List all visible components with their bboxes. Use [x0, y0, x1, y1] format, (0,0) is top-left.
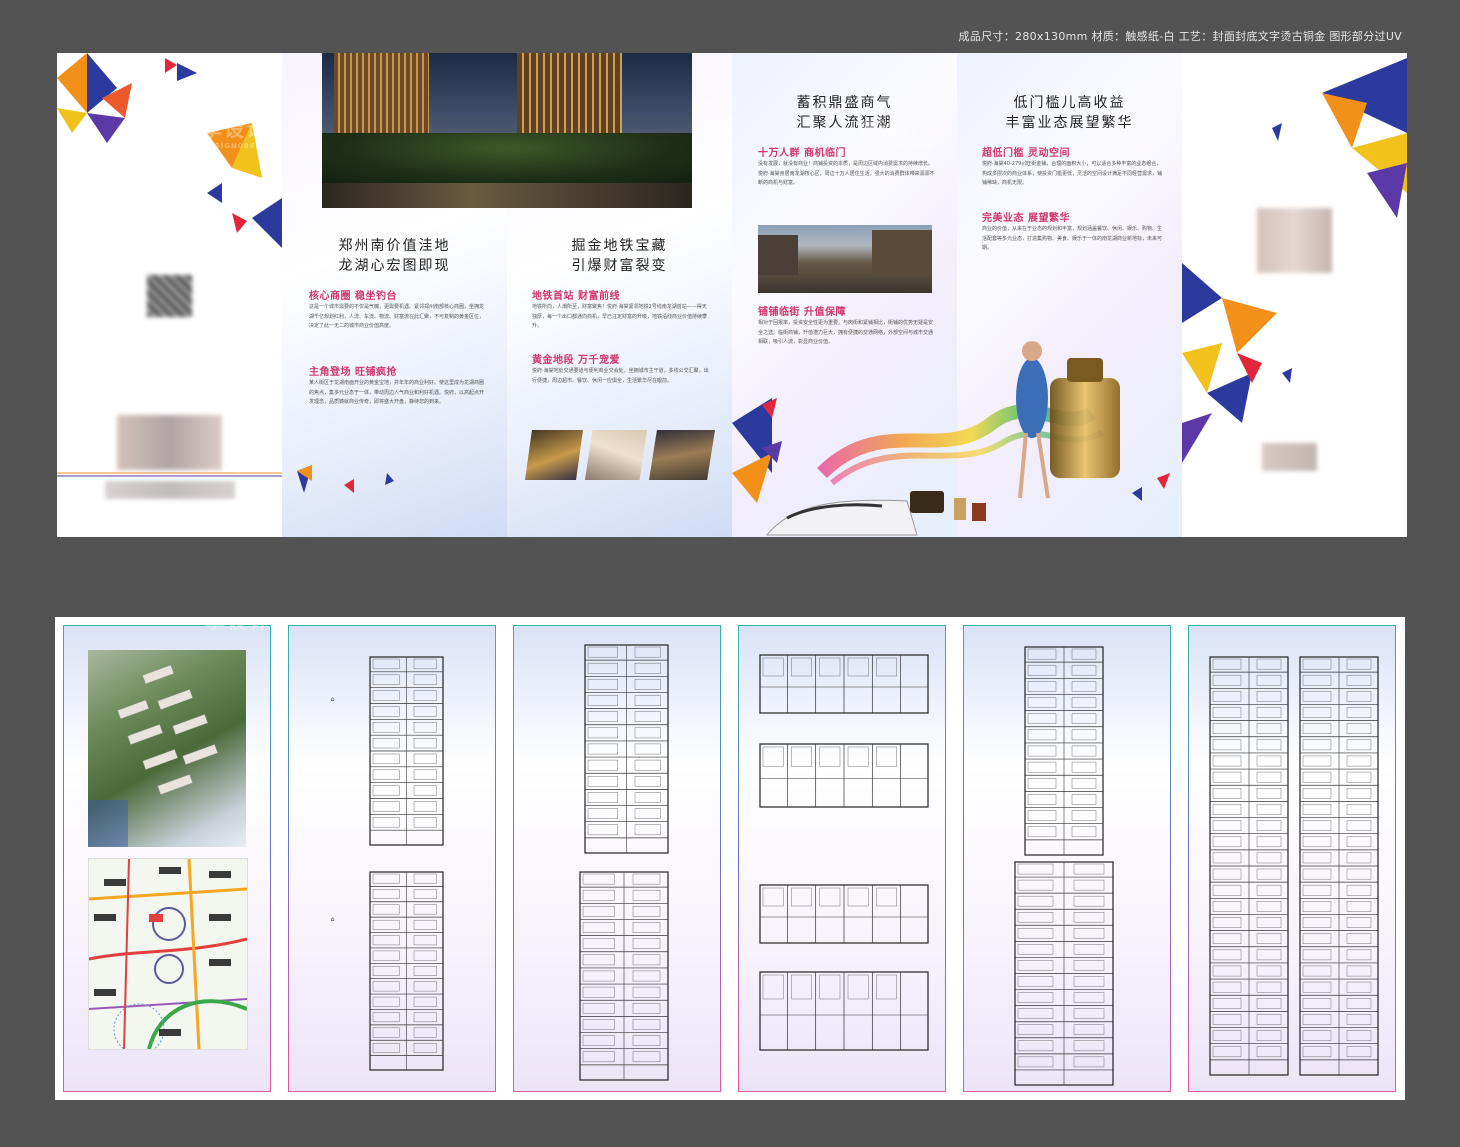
- floor-plan-lower: [1014, 861, 1114, 1086]
- watermark-brand: 享设计: [202, 117, 268, 141]
- location-map: [88, 858, 248, 1050]
- panel3-paragraph-1: 地铁所向，人潮所至，财富聚焦！悦府·海棠紧邻地铁2号线南龙湖首站——得天独厚，每…: [532, 304, 708, 329]
- floor-plan-upper: [1024, 646, 1104, 856]
- panel2-subheading-2: 主角登场 旺铺疯抢: [309, 367, 397, 378]
- panel5-subheading-1: 超低门槛 灵动空间: [982, 148, 1070, 159]
- panel2-title-line1: 郑州南价值洼地: [338, 238, 451, 254]
- panel3-subheading-2: 黄金地段 万千宠爱: [532, 355, 620, 366]
- floor-plan-drawing: [1299, 656, 1379, 1076]
- watermark-brand: 享设计: [535, 1091, 601, 1100]
- qr-code-blurred: [147, 275, 192, 317]
- contact-info-blurred: [105, 481, 235, 499]
- panel-floorplan-1: ⌂ ⌂: [288, 625, 496, 1092]
- lifestyle-photo-strip: [525, 430, 715, 480]
- panel-floorplan-2: [513, 625, 721, 1092]
- panel4-title-line1: 蓄积鼎盛商气: [796, 95, 893, 111]
- panel-floorplan-3: [738, 625, 946, 1092]
- panel2-title-line2: 龙湖心宏图即现: [338, 258, 451, 274]
- floor-plan-caption: ⌂: [329, 696, 336, 704]
- print-specs: 成品尺寸：280x130mm 材质：触感纸-白 工艺：封面封底文字烫古铜金 图形…: [958, 30, 1402, 43]
- lifestyle-collage: [732, 341, 1170, 536]
- watermark-brand: 享设计: [205, 617, 271, 633]
- floor-plan-drawing: [759, 884, 929, 944]
- panel-floorplan-5: [1188, 625, 1396, 1092]
- floor-plan-drawing: [369, 656, 444, 846]
- panel3-title-line1: 掘金地铁宝藏: [571, 238, 668, 254]
- panel5-title-line2: 丰富业态展望繁华: [1005, 115, 1134, 131]
- floor-plan-left: [1209, 656, 1289, 1076]
- floor-plan-drawing: [759, 654, 929, 714]
- aerial-view-photo: [88, 650, 246, 847]
- floor-plan-drawing: [584, 644, 669, 854]
- watermark-domain: DESIGN006.COM: [1182, 142, 1261, 150]
- floor-plan-drawing: [369, 871, 444, 1071]
- panel5-title-line1: 低门槛儿高收益: [1013, 95, 1126, 111]
- panel2-subheading-1: 核心商圈 稳坐钓台: [309, 291, 397, 302]
- watermark-brand: 享设计: [857, 117, 923, 141]
- watermark-domain: DESIGN006.COM: [202, 142, 281, 150]
- panel5-paragraph-1: 悦府·海棠40-279㎡旺街金铺，合理的面积大小，可以适合多种丰富的业态组合，构…: [982, 161, 1163, 186]
- panel2-paragraph-2: 某人街区于龙湖南面开业的黄金宝地，并年年的商业利好。使这里成为龙湖商圈的焦点，集…: [309, 380, 485, 405]
- panel3-title-line2: 引爆财富裂变: [571, 258, 668, 274]
- watermark-domain: DESIGN006.COM: [857, 142, 936, 150]
- perfume-bottle: [1050, 378, 1120, 478]
- floor-plan-drawing: [759, 971, 929, 1051]
- handbag: [910, 491, 944, 513]
- floor-plan-upper: [369, 656, 444, 846]
- floor-plan-drawing: [1209, 656, 1289, 1076]
- logo-blurred: [117, 415, 222, 470]
- watermark-brand: 享设计: [1185, 1091, 1251, 1100]
- panel2-paragraph-1: 这是一个城市需要的不仅是气魄，更需要机遇。紧邻郑州南部核心商圈，坐拥龙湖千亿规划…: [309, 304, 485, 329]
- floor-plan-b: [759, 743, 929, 808]
- floor-plan-c: [759, 884, 929, 944]
- floor-plan-lower: [579, 871, 669, 1081]
- floor-plan-drawing: [1014, 861, 1114, 1086]
- panel-location: [63, 625, 271, 1092]
- night-building-photo: [322, 53, 692, 208]
- floor-plan-right: [1299, 656, 1379, 1076]
- panel4-subheading-1: 十万人群 商机临门: [758, 148, 846, 159]
- watermark-brand: 享设计: [1182, 117, 1248, 141]
- panel5-subheading-2: 完美业态 展望繁华: [982, 213, 1070, 224]
- panel3-subheading-1: 地铁首站 财富前线: [532, 291, 620, 302]
- brochure-outside: 郑州南价值洼地 龙湖心宏图即现 核心商圈 稳坐钓台 这是一个城市需要的不仅是气魄…: [57, 53, 1407, 537]
- panel5-paragraph-2: 商业的价值，从来在于业态的规划和丰富，规划涵盖餐饮、休闲、娱乐、购物、生活配套等…: [982, 226, 1163, 251]
- cover-logo-blurred: [1257, 208, 1332, 273]
- street-crowd-photo: [758, 225, 932, 293]
- floor-plan-upper: [584, 644, 669, 854]
- floor-plan-drawing: [579, 871, 669, 1081]
- floor-plan-d: [759, 971, 929, 1051]
- panel4-paragraph-1: 没有发展，就没有商业！商铺投资的本质，是周边区域内消费需求的持续增长。悦府·海棠…: [758, 161, 935, 186]
- fashion-model: [1016, 358, 1048, 438]
- floor-plan-drawing: [1024, 646, 1104, 856]
- brochure-inside: ⌂ ⌂ 享设计 享设计DESIGN006.COM 享设计DESIGN006.CO…: [55, 617, 1405, 1100]
- panel3-paragraph-2: 悦府·海棠地处交通要道与便利商业交会处，坐拥城市主干道，多线公交汇聚，出行便捷，…: [532, 368, 709, 384]
- panel-floorplan-4: [963, 625, 1171, 1092]
- floor-plan-lower: [369, 871, 444, 1071]
- floor-plan-a: [759, 654, 929, 714]
- cover-brand-blurred: [1262, 443, 1317, 471]
- floor-plan-caption: ⌂: [329, 916, 336, 924]
- floor-plan-drawing: [759, 743, 929, 808]
